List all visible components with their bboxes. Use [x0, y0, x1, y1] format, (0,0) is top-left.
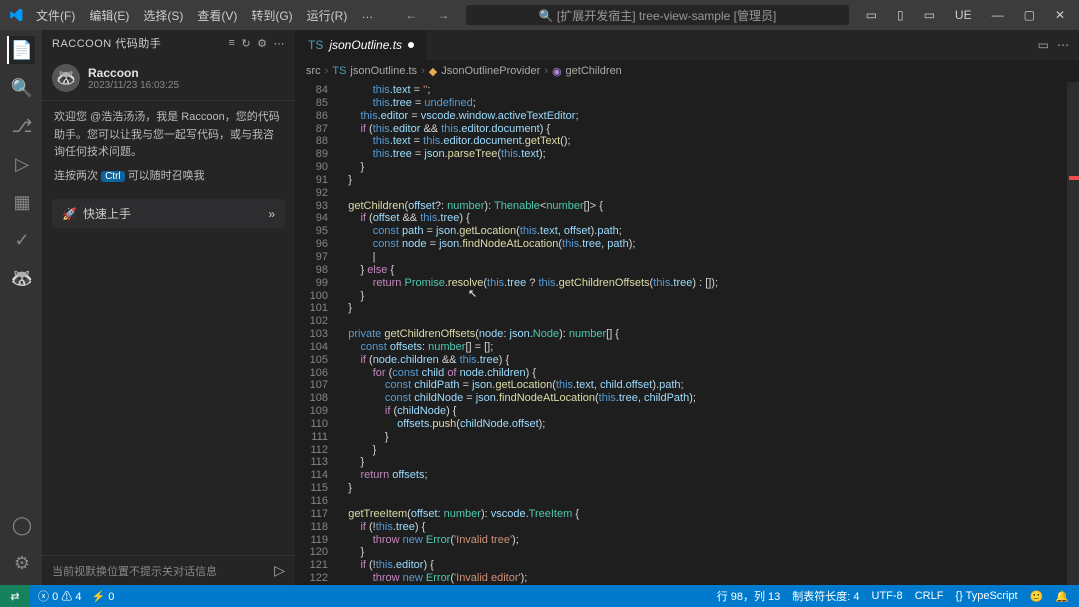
ts-file-icon: TS [332, 65, 346, 77]
gutter: 8485868788899091929394959697989910010110… [296, 82, 336, 585]
assistant-greeting: 欢迎您 @浩浩汤汤，我是 Raccoon，您的代码助手。您可以让我与您一起写代码… [54, 109, 283, 162]
raccoon-avatar-icon: 🦝 [52, 64, 80, 92]
assistant-name: Raccoon [88, 66, 179, 80]
send-icon[interactable]: ▷ [274, 562, 285, 579]
assistant-header: 🦝 Raccoon 2023/11/23 16:03:25 [42, 56, 295, 101]
menu-more[interactable]: … [355, 3, 379, 28]
command-center[interactable]: 🔍 [扩展开发宿主] tree-view-sample [管理员] [465, 4, 849, 26]
chevron-right-icon: » [268, 207, 275, 221]
menu-file[interactable]: 文件(F) [30, 3, 81, 28]
nav-forward-icon[interactable]: → [431, 6, 455, 24]
activity-bar: 📄 🔍 ⎇ ▷ ▦ ✓ 🦝 ◯ ⚙ [0, 30, 42, 585]
breadcrumb-folder[interactable]: src [306, 65, 321, 77]
tab-action-more-icon[interactable]: ⋯ [1057, 38, 1069, 52]
assistant-hint-chip: Ctrl [101, 171, 125, 182]
window-maximize-icon[interactable]: ▢ [1018, 6, 1041, 24]
status-port[interactable]: ⚡ 0 [91, 590, 114, 603]
breadcrumb-file[interactable]: jsonOutline.ts [350, 65, 417, 77]
class-icon: ◆ [429, 65, 437, 78]
status-line-col[interactable]: 行 98，列 13 [717, 588, 781, 604]
remote-icon[interactable]: ⇄ [0, 585, 30, 607]
tab-dirty-icon [408, 42, 414, 48]
minimap-error-marker[interactable] [1069, 176, 1079, 180]
nav-back-icon[interactable]: ← [399, 6, 423, 24]
editor-group: TS jsonOutline.ts ▭ ⋯ src› TS jsonOutlin… [296, 30, 1079, 585]
menu-run[interactable]: 运行(R) [301, 3, 354, 28]
layout-label[interactable]: UE [949, 6, 978, 24]
breadcrumb[interactable]: src› TS jsonOutline.ts› ◆ JsonOutlinePro… [296, 60, 1079, 82]
window-close-icon[interactable]: ✕ [1049, 6, 1071, 24]
breadcrumb-class[interactable]: JsonOutlineProvider [441, 65, 540, 77]
tab-filename: jsonOutline.ts [329, 38, 402, 52]
tab-bar: TS jsonOutline.ts ▭ ⋯ [296, 30, 1079, 60]
status-bell-icon[interactable]: 🔔 [1055, 590, 1069, 603]
layout-primary-icon[interactable]: ▭ [860, 6, 883, 24]
activity-explorer-icon[interactable]: 📄 [7, 36, 35, 64]
sidebar-header-icon-1[interactable]: ≡ [228, 37, 235, 50]
nav-buttons: ← → [399, 6, 455, 24]
status-bar: ⇄ ⓧ 0 ⚠ 4 ⚡ 0 行 98，列 13 制表符长度: 4 UTF-8 C… [0, 585, 1079, 607]
layout-panel-icon[interactable]: ▯ [891, 6, 910, 24]
code[interactable]: this.text = ''; this.tree = undefined; t… [336, 82, 1067, 585]
status-eol[interactable]: CRLF [915, 590, 944, 602]
mouse-cursor-icon: ↖ [468, 288, 477, 301]
vscode-logo-icon [8, 7, 24, 23]
activity-raccoon-icon[interactable]: 🦝 [7, 264, 35, 292]
menu-go[interactable]: 转到(G) [245, 3, 298, 28]
quick-label: 快速上手 [83, 205, 131, 222]
status-feedback-icon[interactable]: 🙂 [1030, 590, 1044, 603]
assistant-date: 2023/11/23 16:03:25 [88, 80, 179, 91]
minimap[interactable] [1067, 82, 1079, 585]
sidebar-bottom-hint: 当前视默换位置不提示关对话信息 [52, 563, 217, 579]
assistant-body: 欢迎您 @浩浩汤汤，我是 Raccoon，您的代码助手。您可以让我与您一起写代码… [42, 101, 295, 193]
activity-account-icon[interactable]: ◯ [7, 511, 35, 539]
sidebar-header-icon-2[interactable]: ↻ [241, 37, 251, 50]
status-language[interactable]: {} TypeScript [955, 590, 1017, 602]
method-icon: ◉ [552, 65, 562, 78]
rocket-icon: 🚀 [62, 207, 77, 221]
activity-extensions-icon[interactable]: ▦ [7, 188, 35, 216]
menu-view[interactable]: 查看(V) [191, 3, 243, 28]
window-controls: ▭ ▯ ▭ UE — ▢ ✕ [860, 6, 1071, 24]
titlebar: 文件(F) 编辑(E) 选择(S) 查看(V) 转到(G) 运行(R) … ← … [0, 0, 1079, 30]
status-spaces[interactable]: 制表符长度: 4 [792, 588, 859, 604]
sidebar: RACCOON 代码助手 ≡ ↻ ⚙ ⋯ 🦝 Raccoon 2023/11/2… [42, 30, 296, 585]
sidebar-header-more-icon[interactable]: ⋯ [274, 37, 286, 50]
menu-bar: 文件(F) 编辑(E) 选择(S) 查看(V) 转到(G) 运行(R) … [30, 3, 379, 28]
assistant-hint-pre: 连按两次 [54, 170, 98, 182]
assistant-hint-post: 可以随时召唤我 [128, 170, 205, 182]
main: 📄 🔍 ⎇ ▷ ▦ ✓ 🦝 ◯ ⚙ RACCOON 代码助手 ≡ ↻ ⚙ ⋯ 🦝… [0, 30, 1079, 585]
activity-scm-icon[interactable]: ⎇ [7, 112, 35, 140]
activity-debug-icon[interactable]: ▷ [7, 150, 35, 178]
code-area[interactable]: 8485868788899091929394959697989910010110… [296, 82, 1079, 585]
sidebar-header: RACCOON 代码助手 ≡ ↻ ⚙ ⋯ [42, 30, 295, 56]
quick-start-button[interactable]: 🚀 快速上手 » [52, 199, 285, 228]
menu-edit[interactable]: 编辑(E) [83, 3, 135, 28]
tab-action-split-icon[interactable]: ▭ [1038, 38, 1049, 52]
sidebar-title: RACCOON 代码助手 [52, 35, 161, 51]
activity-settings-icon[interactable]: ⚙ [7, 549, 35, 577]
status-errors[interactable]: ⓧ 0 ⚠ 4 [38, 588, 81, 604]
layout-sidebar-icon[interactable]: ▭ [918, 6, 941, 24]
window-minimize-icon[interactable]: — [986, 6, 1010, 24]
activity-testing-icon[interactable]: ✓ [7, 226, 35, 254]
status-encoding[interactable]: UTF-8 [872, 590, 903, 602]
ts-file-icon: TS [308, 38, 323, 52]
sidebar-input[interactable]: 当前视默换位置不提示关对话信息 ▷ [42, 555, 295, 585]
sidebar-header-icon-3[interactable]: ⚙ [257, 37, 267, 50]
activity-search-icon[interactable]: 🔍 [7, 74, 35, 102]
breadcrumb-method[interactable]: getChildren [566, 65, 622, 77]
tab-active[interactable]: TS jsonOutline.ts [296, 30, 427, 60]
menu-selection[interactable]: 选择(S) [137, 3, 189, 28]
